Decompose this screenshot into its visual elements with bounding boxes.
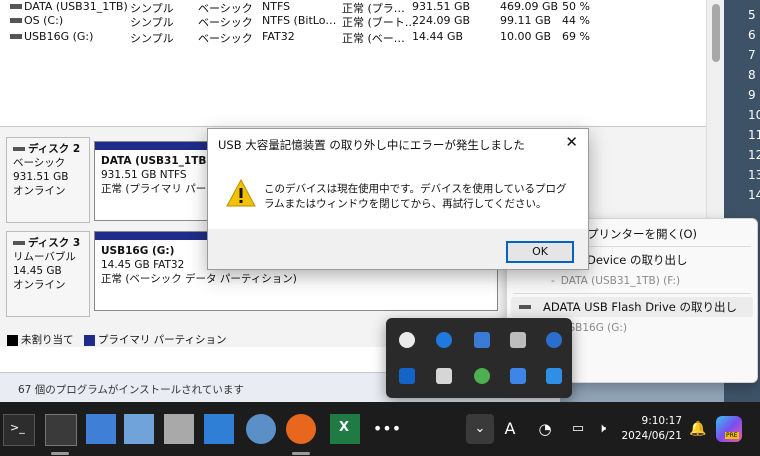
taskbar: >_ X ••• ⌄ A ◔ ▭ 🕨 9:10:17 2024/06/21 🔔 … — [0, 402, 760, 456]
disk-name: ディスク 3 — [13, 236, 85, 250]
device-icon[interactable] — [164, 414, 194, 444]
volume-fs: NTFS (BitLo… — [262, 14, 337, 27]
copilot-icon[interactable]: PRE — [716, 416, 742, 442]
disk-name: ディスク 2 — [13, 142, 85, 156]
disk-type: ベーシック — [13, 157, 66, 169]
menu-volume-label: DATA (USB31_1TB) (F:) — [560, 275, 681, 287]
printer-app-icon[interactable] — [474, 368, 490, 384]
disk-size: 14.45 GB — [13, 265, 62, 277]
dialog-message: このデバイスは現在使用中です。デバイスを使用しているプログラムまたはウィンドウを… — [264, 183, 567, 210]
status-text: 67 個のプログラムがインストールされています — [18, 384, 244, 396]
dialog-footer: OK — [208, 229, 588, 269]
network-globe-icon[interactable] — [246, 414, 276, 444]
disk-type: リムーバブル — [13, 251, 76, 263]
drive-icon — [10, 18, 22, 23]
volume-name: USB16G (G:) — [24, 30, 94, 43]
volume-fs: NTFS — [262, 0, 291, 13]
taskbar-clock[interactable]: 9:10:17 2024/06/21 — [616, 414, 682, 444]
dialog-title: USB 大容量記憶装置 の取り外し中にエラーが発生しました — [218, 138, 525, 152]
volume-pct: 50 % — [562, 0, 590, 13]
clock-time: 9:10:17 — [641, 415, 682, 427]
running-indicator — [51, 452, 69, 455]
legend-primary: プライマリ パーティション — [97, 334, 227, 346]
legend-swatch-unallocated — [7, 334, 18, 346]
volume-pct: 69 % — [562, 30, 590, 43]
volume-free: 10.00 GB — [500, 30, 552, 43]
volume-type: ベーシック — [198, 16, 253, 29]
close-icon[interactable]: ✕ — [565, 133, 578, 151]
row-number: 12 — [748, 148, 760, 162]
row-number: 5 — [748, 8, 756, 22]
menu-eject-adata-label: ADATA USB Flash Drive の取り出し — [543, 300, 738, 314]
disk-state: オンライン — [13, 279, 66, 291]
disk-size: 931.51 GB — [13, 171, 69, 183]
sync-icon[interactable] — [546, 332, 562, 348]
network-icon[interactable]: ▭ — [568, 414, 588, 444]
security-shield-icon[interactable] — [474, 332, 490, 348]
excel-icon[interactable]: X — [330, 414, 360, 444]
volume-capacity: 931.51 GB — [412, 0, 471, 13]
usb-eject-icon[interactable] — [510, 332, 526, 348]
outlook-icon[interactable] — [399, 368, 415, 384]
usb-drive-icon — [519, 305, 531, 309]
volume-muted-icon[interactable]: 🕨 — [592, 414, 612, 444]
app-tray-icon[interactable] — [399, 332, 415, 348]
volume-free: 469.09 GB — [500, 0, 559, 13]
warning-icon — [226, 179, 256, 207]
row-number: 14 — [748, 188, 760, 202]
bluetooth-icon[interactable] — [436, 332, 452, 348]
more-apps-icon[interactable]: ••• — [372, 414, 402, 444]
network-device-icon[interactable] — [546, 368, 562, 384]
tray-overflow-panel — [386, 318, 572, 398]
performance-monitor-icon[interactable] — [124, 414, 154, 444]
console-window-icon[interactable] — [45, 414, 77, 446]
monitor-icon[interactable] — [436, 368, 452, 384]
volume-capacity: 224.09 GB — [412, 14, 471, 27]
volume-fs: FAT32 — [262, 30, 295, 43]
firefox-icon[interactable] — [286, 414, 316, 444]
building-app-icon[interactable] — [204, 414, 234, 444]
row-number: 10 — [748, 108, 760, 122]
clock-date: 2024/06/21 — [621, 430, 682, 442]
volume-layout: シンプル — [130, 32, 174, 45]
clock-app-icon[interactable]: ◔ — [534, 414, 556, 444]
menu-eject-adata[interactable]: ADATA USB Flash Drive の取り出し — [511, 297, 753, 317]
partition-status: 正常 (ベーシック データ パーティション) — [101, 273, 297, 285]
scrollbar-thumb[interactable] — [712, 4, 720, 62]
drive-icon — [10, 4, 22, 9]
input-mode-icon[interactable]: A — [500, 414, 520, 444]
display-settings-icon[interactable] — [510, 368, 526, 384]
volume-pct: 44 % — [562, 14, 590, 27]
menu-divider — [513, 293, 751, 294]
disk-state: オンライン — [13, 185, 66, 197]
disk-2-label[interactable]: ディスク 2 ベーシック 931.51 GB オンライン — [6, 137, 90, 223]
terminal-icon[interactable]: >_ — [3, 414, 35, 446]
disk-3-label[interactable]: ディスク 3 リムーバブル 14.45 GB オンライン — [6, 231, 90, 317]
legend-unallocated: 未割り当て — [21, 334, 74, 346]
volume-status: 正常 (ベー… — [342, 32, 405, 45]
running-indicator — [292, 452, 310, 455]
volume-type: ベーシック — [198, 32, 253, 45]
error-dialog: USB 大容量記憶装置 の取り外し中にエラーが発生しました ✕ このデバイスは現… — [207, 128, 589, 270]
row-number: 7 — [748, 48, 756, 62]
legend-swatch-primary — [83, 334, 95, 346]
row-number: 13 — [748, 168, 760, 182]
row-number: 8 — [748, 68, 756, 82]
drive-icon — [10, 34, 22, 39]
volume-free: 99.11 GB — [500, 14, 552, 27]
chevron-up-icon[interactable]: ⌄ — [466, 414, 494, 444]
notification-bell-icon[interactable]: 🔔 — [686, 414, 710, 444]
volume-name: DATA (USB31_1TB) — [24, 0, 128, 13]
row-number: 11 — [748, 128, 760, 142]
row-number: 9 — [748, 88, 756, 102]
volume-layout: シンプル — [130, 16, 174, 29]
volume-status: 正常 (ブート… — [342, 16, 416, 29]
volume-name: OS (C:) — [24, 14, 64, 27]
volume-capacity: 14.44 GB — [412, 30, 464, 43]
row-number: 6 — [748, 28, 756, 42]
ok-button[interactable]: OK — [506, 241, 574, 263]
menu-volume-data: - DATA (USB31_1TB) (F:) — [551, 275, 681, 287]
desktop-window-icon[interactable] — [86, 414, 116, 444]
